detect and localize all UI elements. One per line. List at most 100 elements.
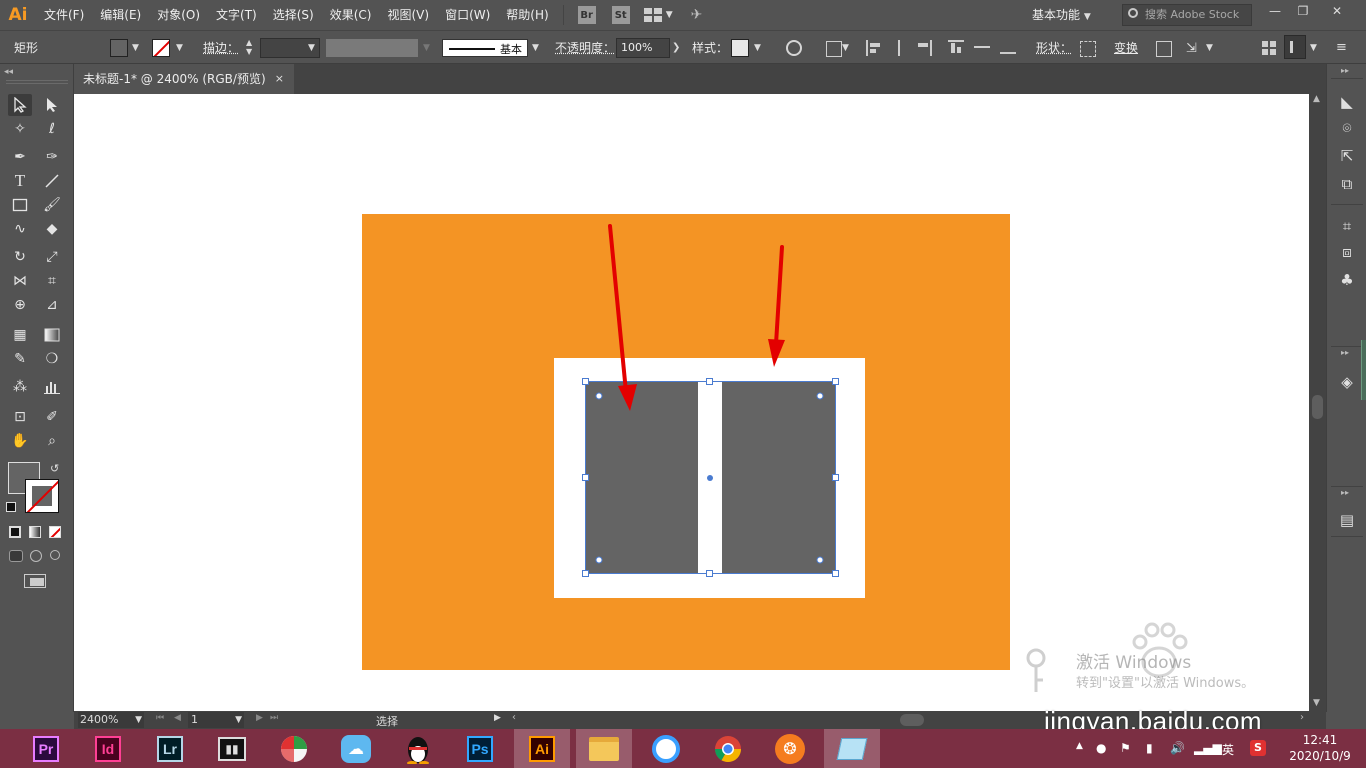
scroll-left-icon[interactable]: ‹ xyxy=(512,712,516,723)
draw-normal-icon[interactable] xyxy=(9,550,23,562)
horizontal-scroll-thumb[interactable] xyxy=(900,714,924,726)
opacity-label[interactable]: 不透明度： xyxy=(555,38,615,58)
draw-behind-icon[interactable] xyxy=(30,550,42,562)
align-right-icon[interactable] xyxy=(918,40,932,56)
taskbar-indesign-button[interactable]: Id xyxy=(80,729,136,768)
slice-tool-icon[interactable]: ✐ xyxy=(40,406,64,428)
taskbar-video-button[interactable]: ▮▮ xyxy=(204,729,260,768)
width-tool-icon[interactable]: ⋈ xyxy=(8,270,32,292)
chevron-right-icon[interactable]: ❯ xyxy=(672,38,680,58)
stock-button[interactable]: St xyxy=(611,6,630,24)
taskbar-photoshop-button[interactable]: Ps xyxy=(452,729,508,768)
toolbox-grip[interactable] xyxy=(6,80,68,84)
gradient-tool-icon[interactable] xyxy=(40,324,64,346)
collapse-panel-icon[interactable]: ◂◂ xyxy=(4,67,13,77)
toolbar-menu-icon[interactable]: ≡ xyxy=(1336,40,1352,56)
menu-type[interactable]: 文字(T) xyxy=(208,0,265,30)
selection-tool-icon[interactable] xyxy=(8,94,32,116)
arrange-panels-icon[interactable] xyxy=(1262,41,1276,55)
align-horizontal-center-icon[interactable] xyxy=(892,40,906,56)
rectangle-tool-icon[interactable] xyxy=(8,194,32,216)
taskbar-browser-button[interactable] xyxy=(266,729,322,768)
pathfinder-icon[interactable]: ⧉ xyxy=(1337,174,1357,194)
taskbar-chrome-button[interactable] xyxy=(700,729,756,768)
minimize-button[interactable]: — xyxy=(1260,0,1290,24)
sogou-ime-icon[interactable]: S xyxy=(1250,740,1266,756)
variable-width-profile[interactable] xyxy=(326,39,418,57)
panel-menu-button[interactable] xyxy=(1284,35,1306,59)
graphic-style-swatch[interactable] xyxy=(731,39,749,57)
qq-tray-icon[interactable]: ● xyxy=(1096,741,1106,755)
magic-wand-tool-icon[interactable]: ✧ xyxy=(8,118,32,140)
lasso-tool-icon[interactable]: ℓ xyxy=(40,118,64,140)
chevron-down-icon[interactable]: ▼ xyxy=(754,38,761,58)
align-top-icon[interactable] xyxy=(948,40,964,54)
shape-builder-tool-icon[interactable]: ⊕ xyxy=(8,294,32,316)
scroll-up-icon[interactable]: ▲ xyxy=(1313,94,1320,104)
pen-tool-icon[interactable]: ✒ xyxy=(8,146,32,168)
ime-indicator[interactable]: 英 xyxy=(1222,741,1234,758)
last-artboard-icon[interactable]: ⏭ xyxy=(270,713,278,723)
perspective-grid-tool-icon[interactable]: ⊿ xyxy=(40,294,64,316)
workspace-switcher[interactable]: 基本功能 ▼ xyxy=(1024,4,1106,26)
shaper-tool-icon[interactable]: ∿ xyxy=(8,218,32,240)
export-icon[interactable]: ⇱ xyxy=(1337,146,1357,166)
align-vertical-center-icon[interactable] xyxy=(974,40,990,54)
mesh-tool-icon[interactable]: ▦ xyxy=(8,324,32,346)
chevron-down-icon[interactable]: ▼ xyxy=(842,38,849,58)
align-panel-icon[interactable]: ⧈ xyxy=(1337,242,1357,262)
select-similar-icon[interactable]: ⇲ xyxy=(1186,41,1202,57)
system-clock[interactable]: 12:41 2020/10/9 xyxy=(1278,732,1362,764)
stroke-color-box[interactable] xyxy=(25,479,59,513)
recolor-artwork-icon[interactable] xyxy=(786,40,802,56)
fill-swatch[interactable] xyxy=(110,39,128,57)
close-tab-button[interactable]: × xyxy=(275,64,284,94)
arrange-documents-icon[interactable] xyxy=(643,8,662,22)
panel-group-grip[interactable]: ▸▸ xyxy=(1341,488,1349,497)
paintbrush-tool-icon[interactable]: 🖌 xyxy=(40,194,64,216)
align-left-icon[interactable] xyxy=(866,40,880,56)
color-mode-icon[interactable] xyxy=(9,526,21,538)
align-bottom-icon[interactable] xyxy=(1000,40,1016,54)
rotate-tool-icon[interactable]: ↻ xyxy=(8,246,32,268)
layers-icon[interactable]: ◈ xyxy=(1337,372,1357,392)
swap-fill-stroke-icon[interactable]: ↺ xyxy=(50,462,59,475)
panel-group-grip[interactable]: ▸▸ xyxy=(1341,348,1349,357)
chevron-down-icon[interactable]: ▼ xyxy=(1310,38,1317,58)
zoom-tool-icon[interactable]: ⌕ xyxy=(40,430,64,452)
type-tool-icon[interactable]: T xyxy=(8,170,32,192)
menu-object[interactable]: 对象(O) xyxy=(149,0,208,30)
draw-inside-icon[interactable] xyxy=(50,550,60,560)
symbols-icon[interactable]: ♣ xyxy=(1337,270,1357,290)
gradient-mode-icon[interactable] xyxy=(29,526,41,538)
chevron-down-icon[interactable]: ▼ xyxy=(176,38,183,58)
symbol-sprayer-tool-icon[interactable]: ⁂ xyxy=(8,376,32,398)
taskbar-notes-button[interactable] xyxy=(824,729,880,768)
hand-tool-icon[interactable]: ✋ xyxy=(8,430,32,452)
artboard-tool-icon[interactable]: ⊡ xyxy=(8,406,32,428)
align-to-icon[interactable] xyxy=(826,41,842,57)
eyedropper-tool-icon[interactable]: ✎ xyxy=(8,348,32,370)
menu-help[interactable]: 帮助(H) xyxy=(498,0,556,30)
close-window-button[interactable]: ✕ xyxy=(1322,0,1352,24)
shape-label[interactable]: 形状： xyxy=(1036,38,1072,58)
gradient-panel-icon[interactable]: ▤ xyxy=(1337,510,1357,530)
stroke-weight-stepper[interactable]: ▲ ▼ xyxy=(246,38,258,58)
taskbar-orange-app-button[interactable]: ❂ xyxy=(762,729,818,768)
taskbar-qq-button[interactable] xyxy=(390,729,446,768)
transform-link[interactable]: 变换 xyxy=(1114,38,1138,58)
gpu-performance-icon[interactable]: ✈ xyxy=(691,7,703,23)
restore-button[interactable]: ❐ xyxy=(1288,0,1318,24)
stock-search-input[interactable]: 搜索 Adobe Stock xyxy=(1122,4,1252,26)
taskbar-lightroom-button[interactable]: Lr xyxy=(142,729,198,768)
expand-panels-icon[interactable]: ▸▸ xyxy=(1341,66,1349,75)
chevron-down-icon[interactable]: ▼ xyxy=(308,38,315,58)
taskbar-illustrator-button[interactable]: Ai xyxy=(514,729,570,768)
next-artboard-icon[interactable]: ▶ xyxy=(256,713,263,723)
menu-file[interactable]: 文件(F) xyxy=(36,0,92,30)
bridge-button[interactable]: Br xyxy=(577,6,596,24)
chevron-down-icon[interactable]: ▼ xyxy=(666,5,673,25)
first-artboard-icon[interactable]: ⏮ xyxy=(156,713,164,723)
stroke-swatch[interactable] xyxy=(152,39,170,57)
chevron-down-icon[interactable]: ▼ xyxy=(532,38,539,58)
